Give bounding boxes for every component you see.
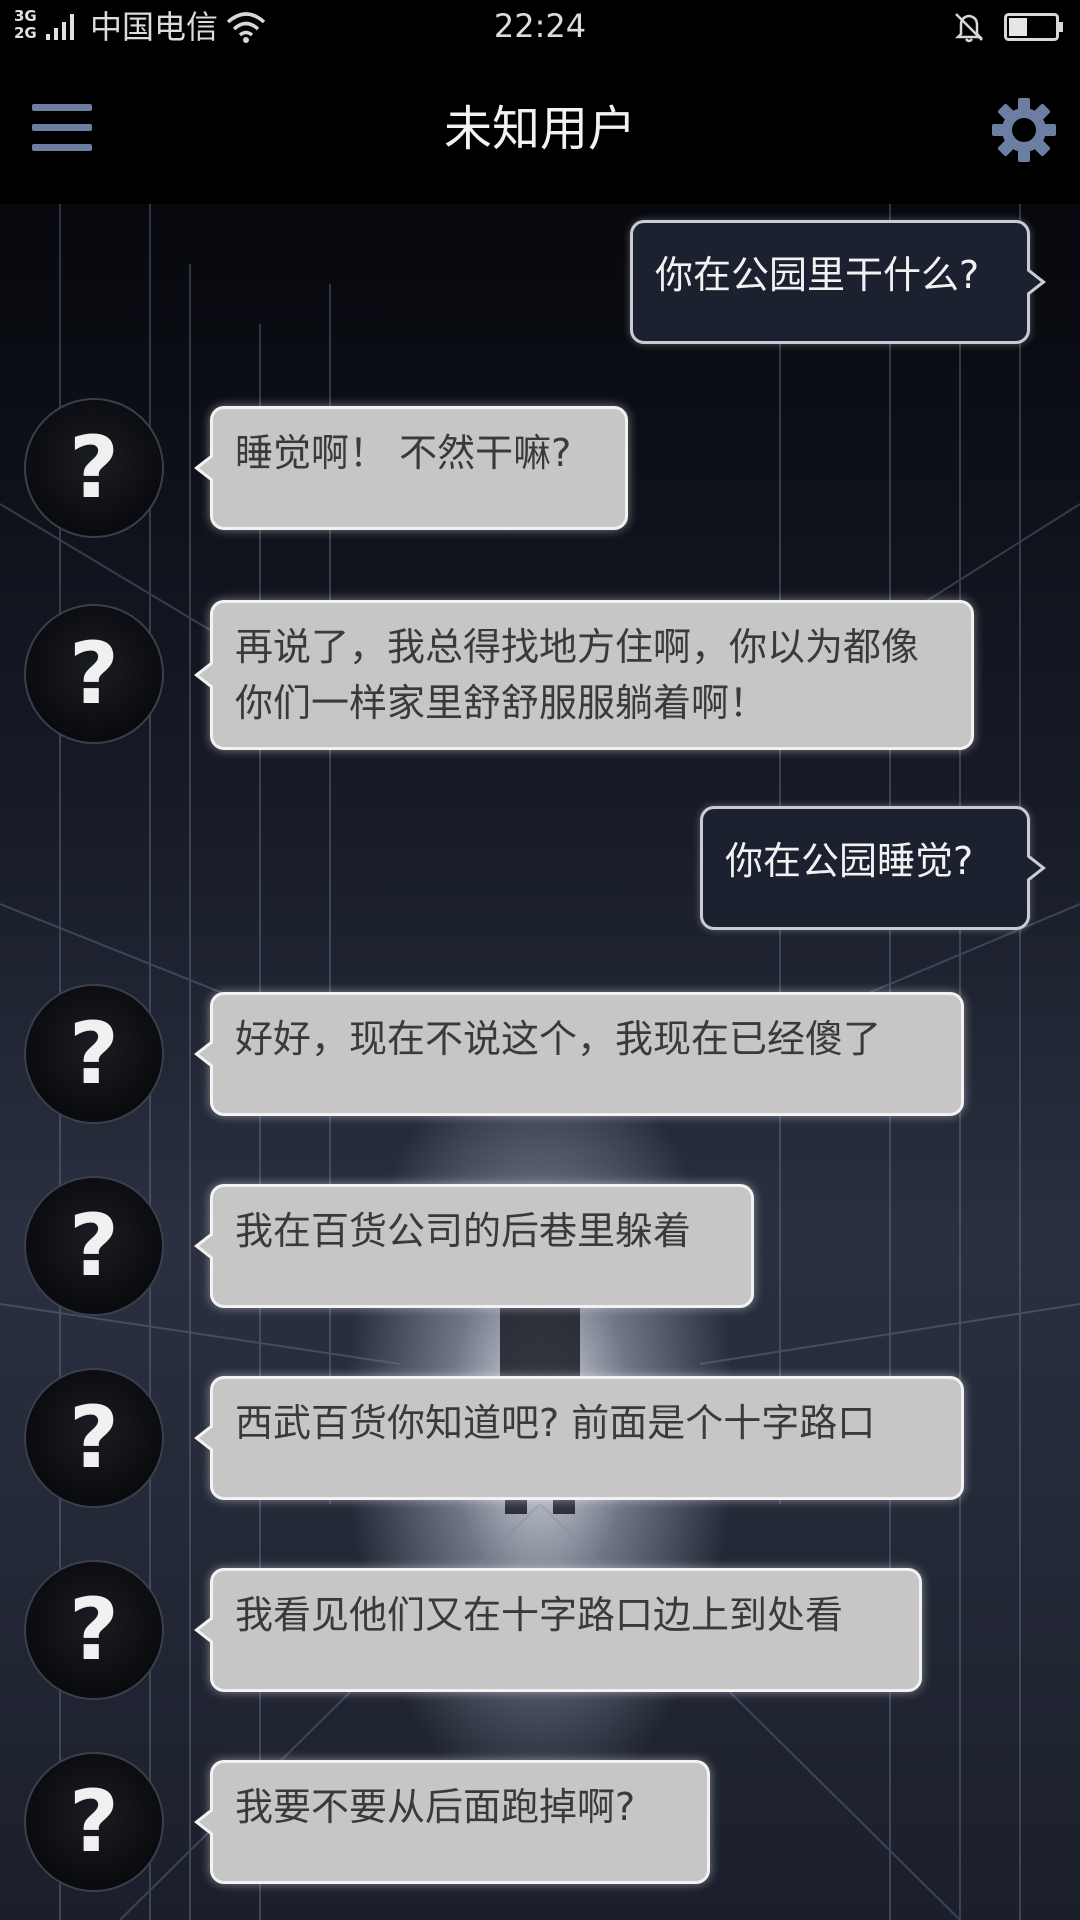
- incoming-message-bubble[interactable]: 睡觉啊！ 不然干嘛?: [194, 406, 628, 530]
- incoming-message-row: ? 我在百货公司的后巷里躲着: [0, 1176, 1080, 1324]
- app-header: 未知用户: [0, 54, 1080, 204]
- bell-muted-icon: [954, 13, 984, 43]
- contact-avatar[interactable]: ?: [24, 984, 164, 1124]
- menu-button[interactable]: [30, 96, 94, 160]
- network-type-top: 3G: [14, 7, 37, 25]
- incoming-message-bubble[interactable]: 再说了，我总得找地方住啊，你以为都像你们一样家里舒舒服服躺着啊！: [194, 600, 974, 750]
- outgoing-message-bubble[interactable]: 你在公园里干什么?: [630, 220, 1046, 344]
- incoming-message-row: ? 我要不要从后面跑掉啊?: [0, 1752, 1080, 1900]
- outgoing-message-row: 你在公园里干什么?: [0, 220, 1080, 360]
- question-mark-icon: ?: [69, 1388, 119, 1488]
- question-mark-icon: ?: [69, 1004, 119, 1104]
- incoming-message-bubble[interactable]: 西武百货你知道吧? 前面是个十字路口: [194, 1376, 964, 1500]
- message-text: 我看见他们又在十字路口边上到处看: [235, 1593, 844, 1637]
- incoming-message-row: ? 西武百货你知道吧? 前面是个十字路口: [0, 1368, 1080, 1516]
- message-text: 再说了，我总得找地方住啊，你以为都像你们一样家里舒舒服服躺着啊！: [235, 625, 920, 725]
- contact-avatar[interactable]: ?: [24, 398, 164, 538]
- wifi-icon: [226, 12, 266, 43]
- contact-avatar[interactable]: ?: [24, 1560, 164, 1700]
- outgoing-message-row: 你在公园睡觉?: [0, 806, 1080, 946]
- network-type: 3G 2G: [14, 8, 37, 42]
- battery-icon: [1004, 13, 1063, 41]
- message-text: 好好，现在不说这个，我现在已经傻了: [235, 1017, 882, 1061]
- settings-button[interactable]: [990, 96, 1058, 164]
- question-mark-icon: ?: [69, 624, 119, 724]
- contact-avatar[interactable]: ?: [24, 604, 164, 744]
- signal-icon: [46, 14, 74, 40]
- chat-area[interactable]: 你在公园里干什么?? 睡觉啊！ 不然干嘛?? 再说了，我总得找地方住啊，你以为都像你…: [0, 204, 1080, 1920]
- incoming-message-bubble[interactable]: 我要不要从后面跑掉啊?: [194, 1760, 710, 1884]
- message-text: 西武百货你知道吧? 前面是个十字路口: [235, 1401, 876, 1445]
- message-text: 我在百货公司的后巷里躲着: [235, 1209, 692, 1253]
- carrier-name: 中国电信: [90, 8, 219, 46]
- question-mark-icon: ?: [69, 418, 119, 518]
- question-mark-icon: ?: [69, 1196, 119, 1296]
- question-mark-icon: ?: [69, 1580, 119, 1680]
- message-text: 你在公园睡觉?: [725, 839, 974, 883]
- message-text: 我要不要从后面跑掉啊?: [235, 1785, 636, 1829]
- chat-title: 未知用户: [443, 101, 636, 157]
- contact-avatar[interactable]: ?: [24, 1176, 164, 1316]
- contact-avatar[interactable]: ?: [24, 1752, 164, 1892]
- app-screen: 3G 2G 中国电信 22:24 未知用户 你在公园里干什么? ? 睡觉啊！ 不…: [0, 0, 1080, 1920]
- message-text: 睡觉啊！ 不然干嘛?: [235, 431, 572, 475]
- incoming-message-row: ? 再说了，我总得找地方住啊，你以为都像你们一样家里舒舒服服躺着啊！: [0, 600, 1080, 750]
- network-type-bottom: 2G: [14, 24, 37, 42]
- incoming-message-row: ? 好好，现在不说这个，我现在已经傻了: [0, 984, 1080, 1132]
- incoming-message-bubble[interactable]: 我看见他们又在十字路口边上到处看: [194, 1568, 922, 1692]
- incoming-message-row: ? 睡觉啊！ 不然干嘛?: [0, 398, 1080, 546]
- contact-avatar[interactable]: ?: [24, 1368, 164, 1508]
- gear-icon: [992, 98, 1056, 162]
- message-text: 你在公园里干什么?: [655, 253, 980, 297]
- incoming-message-row: ? 我看见他们又在十字路口边上到处看: [0, 1560, 1080, 1708]
- outgoing-message-bubble[interactable]: 你在公园睡觉?: [700, 806, 1046, 930]
- question-mark-icon: ?: [69, 1772, 119, 1872]
- incoming-message-bubble[interactable]: 好好，现在不说这个，我现在已经傻了: [194, 992, 964, 1116]
- status-bar: 3G 2G 中国电信 22:24: [0, 0, 1080, 54]
- incoming-message-bubble[interactable]: 我在百货公司的后巷里躲着: [194, 1184, 754, 1308]
